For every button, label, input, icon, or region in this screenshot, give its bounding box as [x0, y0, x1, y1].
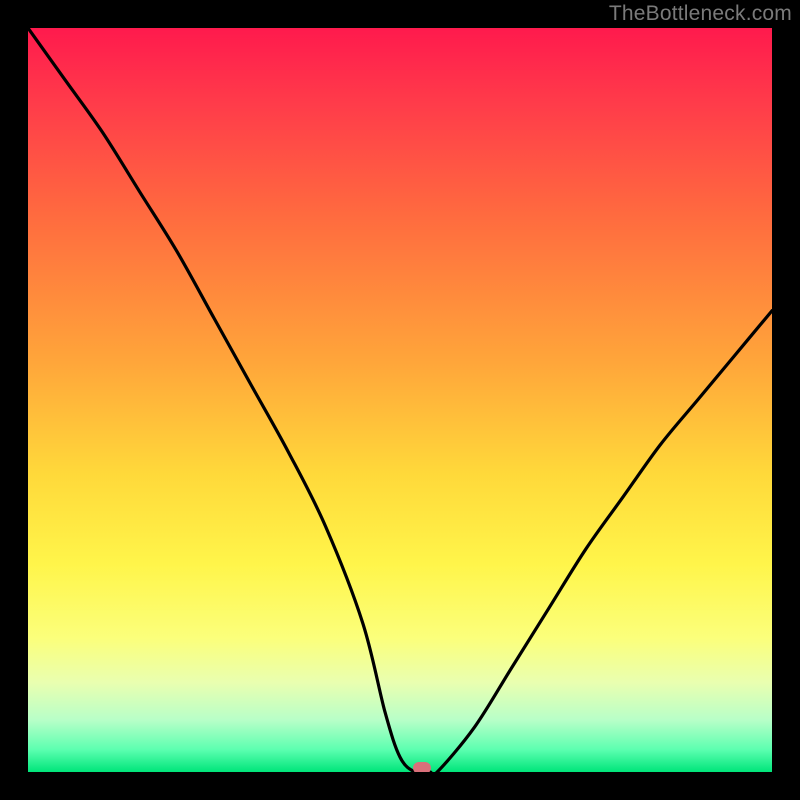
chart-frame: TheBottleneck.com [0, 0, 800, 800]
plot-area [28, 28, 772, 772]
bottleneck-curve [28, 28, 772, 772]
attribution-text: TheBottleneck.com [609, 2, 792, 26]
minimum-marker [413, 762, 431, 772]
